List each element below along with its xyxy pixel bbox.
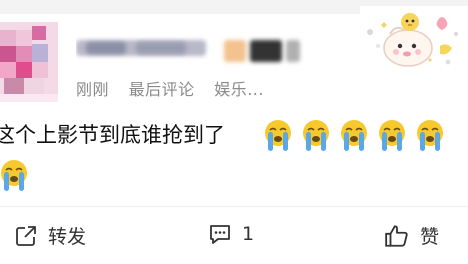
- user-badge-redacted: [286, 40, 300, 62]
- emoji-row-2: [0, 158, 30, 196]
- comment-count: 1: [242, 223, 255, 245]
- post-time: 刚刚: [76, 80, 110, 99]
- repost-icon: [16, 225, 36, 246]
- comment-button[interactable]: 1: [208, 222, 254, 246]
- post-text: 这个上影节到底谁抢到了: [0, 123, 225, 147]
- thumbs-up-icon: [385, 224, 408, 247]
- crying-face-emoji-icon: [341, 120, 367, 151]
- avatar[interactable]: [0, 22, 58, 102]
- user-badge-redacted: [250, 40, 282, 62]
- post-topic[interactable]: 娱乐...: [214, 80, 264, 99]
- repost-button[interactable]: 转发: [14, 222, 86, 249]
- crying-face-emoji-icon: [379, 120, 405, 151]
- repost-label: 转发: [48, 226, 87, 248]
- username-redacted[interactable]: [76, 34, 226, 60]
- like-button[interactable]: 赞: [384, 222, 439, 249]
- emoji-row: [262, 118, 446, 152]
- like-label: 赞: [420, 226, 440, 248]
- crying-face-emoji-icon: [303, 120, 329, 151]
- user-badge-redacted: [224, 40, 246, 62]
- decorative-sticker-icon: [360, 6, 468, 70]
- comment-icon: [210, 225, 230, 244]
- crying-face-emoji-icon: [417, 120, 443, 151]
- crying-face-emoji-icon: [265, 120, 291, 151]
- divider: [0, 206, 468, 207]
- post-source: 最后评论: [128, 80, 195, 99]
- crying-face-emoji-icon: [1, 160, 27, 191]
- post-meta: 刚刚 最后评论 娱乐...: [76, 76, 278, 100]
